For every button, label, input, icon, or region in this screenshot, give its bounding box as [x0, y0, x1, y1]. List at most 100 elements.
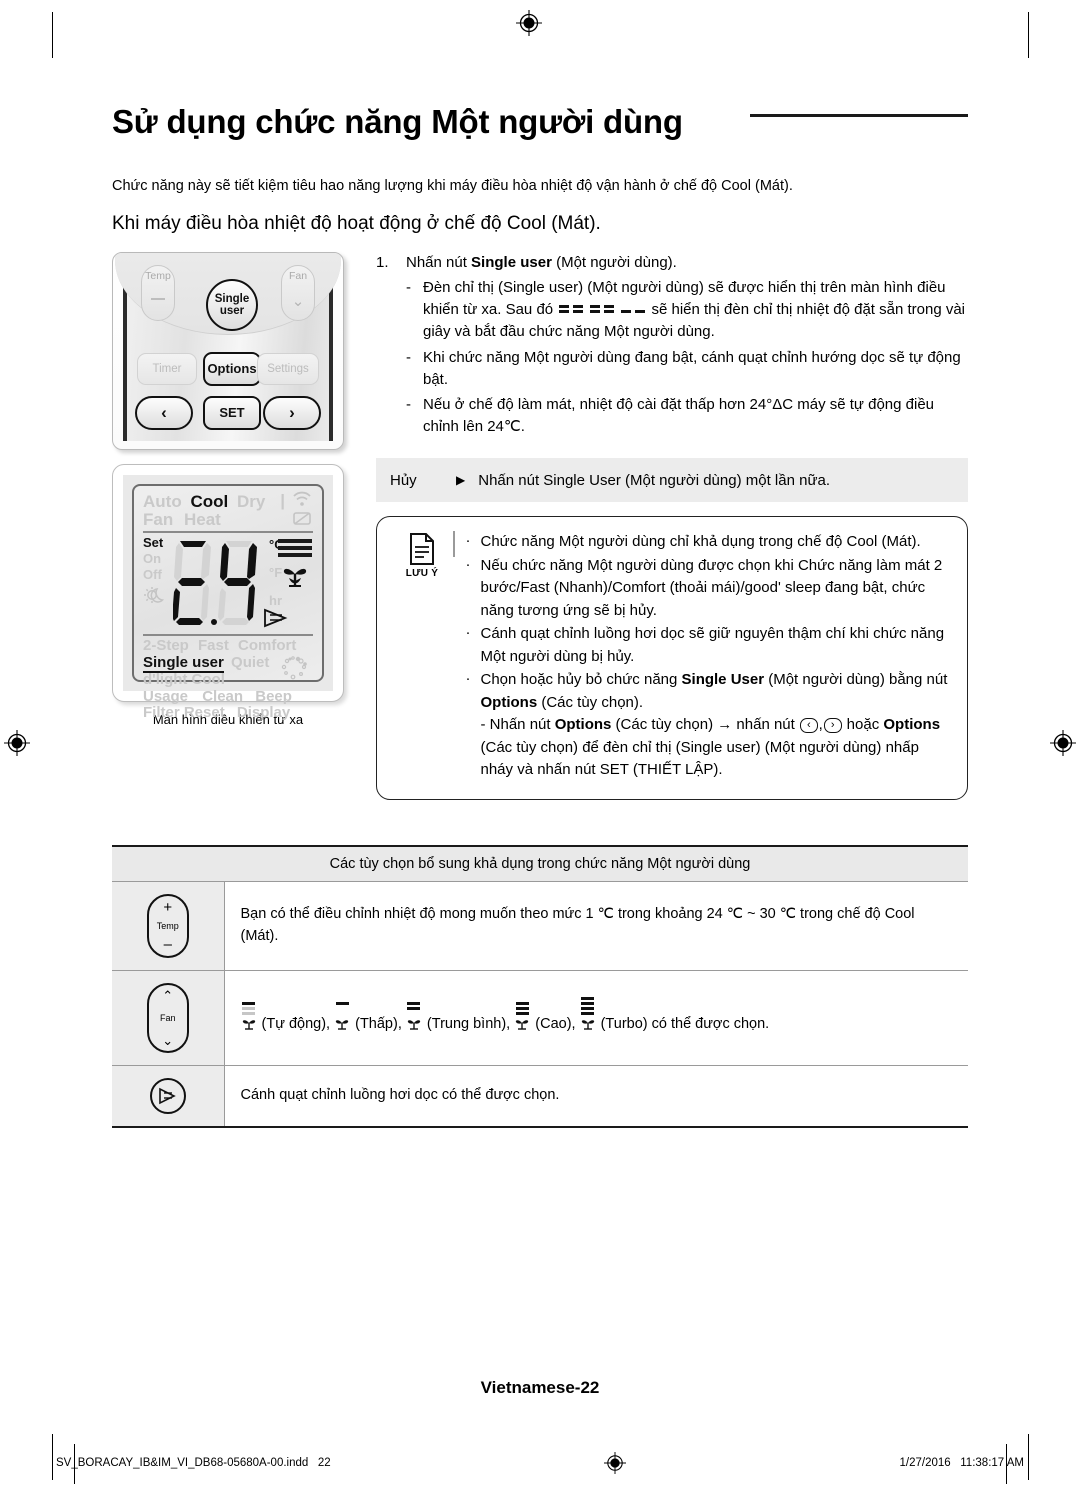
- temp-icon-label: Temp: [156, 921, 179, 931]
- seven-segment-digits: [172, 541, 257, 627]
- keycap-comma: ,: [818, 716, 823, 734]
- left-arrow-button[interactable]: ‹: [135, 395, 193, 430]
- note-bullet-3: · Cánh quạt chỉnh luồng hơi dọc sẽ giữ n…: [465, 623, 952, 668]
- fan-text-2: (Thấp),: [351, 1016, 406, 1033]
- set-button-label: SET: [219, 405, 245, 421]
- intro-paragraph: Chức năng này sẽ tiết kiệm tiêu hao năng…: [112, 178, 793, 194]
- lcd-options-row2: Single user Quiet: [143, 654, 313, 680]
- registration-mark-left: [4, 730, 30, 756]
- temp-minus-icon: [151, 297, 165, 300]
- lcd-mode-fan: Fan: [143, 509, 174, 529]
- single-user-label-line1: Single: [214, 292, 250, 305]
- lcd-left-labels: Set On Off: [143, 535, 177, 608]
- temp-button[interactable]: Temp: [141, 264, 175, 321]
- lcd-opt-display: Display: [236, 704, 291, 722]
- lcd-frame: Auto Cool Dry | Fan Heat Set On Off °C °…: [123, 474, 333, 721]
- cancel-row: Hủy ▶ Nhấn nút Single User (Một người dù…: [376, 458, 968, 503]
- table-row: ⌃ Fan ⌄ (Tự động), (Thấp), (Trung bình),…: [112, 970, 968, 1066]
- lcd-set-label: Set: [143, 535, 164, 551]
- note-divider: [453, 531, 455, 558]
- crop-mark-top-right: [1028, 12, 1029, 58]
- registration-mark-right: [1050, 730, 1076, 756]
- title-row: Sử dụng chức năng Một người dùng: [112, 96, 968, 158]
- subheading: Khi máy điều hòa nhiệt độ hoạt động ở ch…: [112, 213, 601, 235]
- options-button[interactable]: Options: [203, 351, 261, 386]
- chevron-down-icon: ⌄: [291, 292, 305, 310]
- lcd-screen: Auto Cool Dry | Fan Heat Set On Off °C °…: [132, 483, 324, 721]
- footer-registration-mark: [331, 1452, 900, 1474]
- settings-button[interactable]: Settings: [257, 352, 319, 385]
- fan-row-text: (Tự động), (Thấp), (Trung bình), (Cao), …: [223, 970, 968, 1066]
- note-sub-p4: hoặc: [842, 716, 884, 734]
- substep-1: - Đèn chỉ thị (Single user) (Một người d…: [404, 277, 968, 344]
- temp-button-label: Temp: [145, 269, 171, 282]
- fan-level-high-icon: [514, 1002, 530, 1039]
- substep-3: - Nếu ở chế độ làm mát, nhiệt độ cài đặt…: [404, 394, 968, 438]
- keycap-left-arrow: ‹: [800, 718, 818, 734]
- note-bullet-2-marker: ·: [465, 555, 471, 573]
- table-header-row: Các tùy chọn bổ sung khả dụng trong chức…: [112, 845, 968, 882]
- fan-level-auto-icon: [241, 1002, 257, 1039]
- fan-speed-bars-icon: [278, 539, 312, 558]
- segment-indicator-icon: [557, 301, 647, 318]
- fan-button[interactable]: Fan ⌄: [281, 264, 315, 321]
- illustration-and-steps: Temp Fan ⌄ Single user Timer Options Set…: [112, 251, 968, 800]
- remote-body: Temp Fan ⌄ Single user Timer Options Set…: [114, 252, 342, 441]
- crop-mark-bottom-left: [52, 1434, 53, 1480]
- footer-file-page: 22: [317, 1457, 331, 1469]
- note-bullet-1-marker: ·: [465, 532, 471, 550]
- page-title: Sử dụng chức năng Một người dùng: [112, 103, 683, 140]
- lcd-mode-dry: Dry: [236, 491, 266, 511]
- fan-icon-cell: ⌃ Fan ⌄: [112, 970, 224, 1066]
- lcd-opt-beep: Beep: [255, 687, 292, 705]
- step-1: 1. Nhấn nút Single user (Một người dùng)…: [376, 252, 968, 275]
- chevron-up-icon: ⌃: [162, 988, 174, 1003]
- lcd-opt-comfort: Comfort: [238, 637, 297, 655]
- vane-row-text: Cánh quạt chỉnh luồng hơi dọc có thể đượ…: [223, 1065, 968, 1128]
- substep-3-text: Nếu ở chế độ làm mát, nhiệt độ cài đặt t…: [423, 396, 935, 436]
- lcd-mode-heat: Heat: [183, 509, 221, 529]
- lcd-mode-auto: Auto: [143, 491, 182, 511]
- fan-text-5: (Turbo) có thể được chọn.: [596, 1016, 770, 1033]
- note-bullet-4-b2: Options: [480, 693, 538, 711]
- temp-row-text: Bạn có thể điều chỉnh nhiệt độ mong muốn…: [223, 881, 968, 971]
- step-1-number: 1.: [376, 253, 389, 271]
- document-icon: [409, 533, 435, 566]
- timer-button[interactable]: Timer: [137, 352, 197, 385]
- remote-control-illustration: Temp Fan ⌄ Single user Timer Options Set…: [112, 251, 344, 450]
- substep-2-text: Khi chức năng Một người dùng đang bật, c…: [423, 348, 961, 388]
- crop-mark-top-left: [52, 12, 53, 58]
- note-sub-b1: Options: [554, 716, 612, 734]
- note-sub-p5: (Các tùy chọn) để đèn chỉ thị (Single us…: [480, 738, 919, 779]
- set-button[interactable]: SET: [203, 395, 261, 430]
- page: Sử dụng chức năng Một người dùng Chức nă…: [0, 0, 1080, 1491]
- lcd-opt-single-user: Single user: [143, 654, 224, 674]
- lcd-opt-filter-reset: Filter Reset: [143, 704, 225, 722]
- cancel-text: Nhấn nút Single User (Một người dùng) mộ…: [478, 471, 830, 489]
- footer-timestamp: 1/27/2016 11:38:17 AM: [900, 1457, 1025, 1469]
- lcd-options-row5: Filter Reset Display: [143, 705, 313, 722]
- lcd-temperature-value: [172, 537, 265, 630]
- substep-3-dash: -: [406, 396, 411, 413]
- dlight-sun-icon: [143, 585, 177, 609]
- lcd-off-label: Off: [143, 566, 162, 582]
- arrow-right-icon: →: [717, 716, 733, 734]
- chevron-left-icon: ‹: [161, 402, 167, 422]
- document-content: Sử dụng chức năng Một người dùng Chức nă…: [112, 96, 968, 800]
- step-1-text-after: (Một người dùng).: [551, 253, 677, 271]
- lcd-opt-2step: 2-Step: [143, 637, 189, 655]
- fan-level-medium-icon: [406, 1002, 422, 1039]
- right-arrow-button[interactable]: ›: [263, 395, 321, 430]
- vane-button-icon: [149, 1078, 186, 1114]
- note-bullet-2: · Nếu chức năng Một người dùng được chọn…: [465, 555, 952, 623]
- footer-date: 1/27/2016: [899, 1457, 951, 1469]
- single-user-button[interactable]: Single user: [206, 278, 258, 331]
- note-box: LƯU Ý · Chức năng Một người dùng chỉ khả…: [376, 516, 968, 800]
- print-footer: SV_BORACAY_IB&IM_VI_DB68-05680A-00.indd …: [56, 1452, 1024, 1474]
- fan-icon-label: Fan: [159, 1013, 176, 1023]
- illustration-column: Temp Fan ⌄ Single user Timer Options Set…: [112, 251, 358, 727]
- purifier-swirl-icon: [279, 653, 313, 688]
- lcd-separator-top: [143, 531, 313, 534]
- wifi-icon: [292, 491, 312, 510]
- lcd-mode-row: Auto Cool Dry | Fan Heat: [143, 491, 313, 529]
